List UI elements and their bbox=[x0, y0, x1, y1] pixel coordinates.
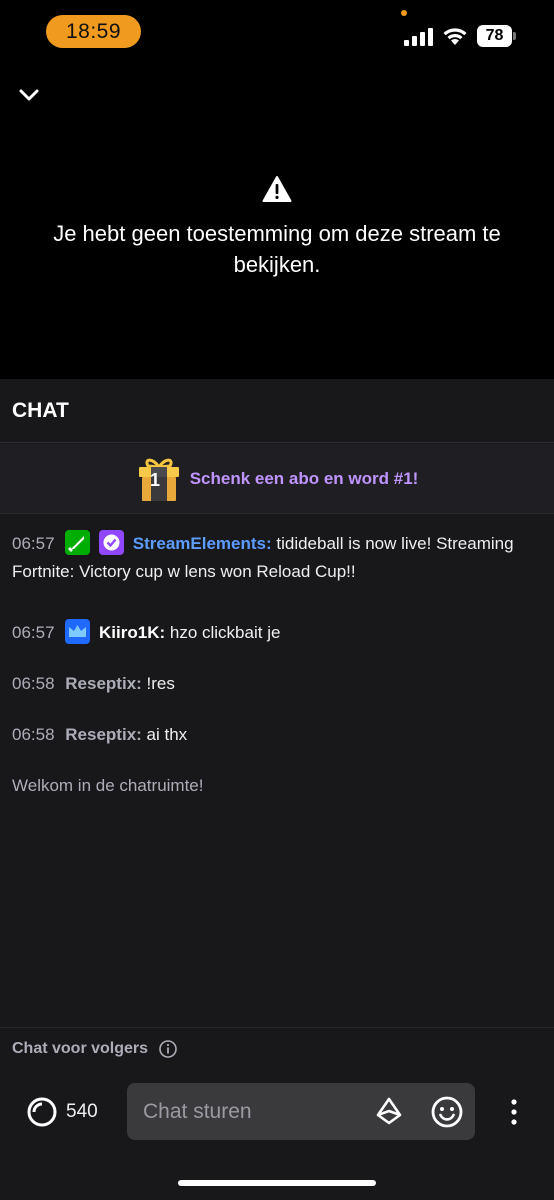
chat-header: CHAT bbox=[0, 379, 554, 443]
moderator-badge-icon bbox=[65, 530, 91, 555]
welcome-message: Welkom in de chatruimte! bbox=[12, 776, 204, 795]
divider bbox=[0, 1027, 554, 1028]
battery-icon: 78 bbox=[477, 25, 517, 47]
message-text: !res bbox=[146, 674, 175, 693]
bits-icon[interactable] bbox=[375, 1097, 403, 1127]
status-bar: 18:59 78 bbox=[0, 0, 554, 62]
collapse-player-button[interactable] bbox=[14, 82, 44, 108]
chat-input-bar: 540 Chat sturen bbox=[0, 1079, 554, 1149]
chat-input[interactable]: Chat sturen bbox=[127, 1083, 475, 1140]
info-icon[interactable] bbox=[158, 1039, 178, 1059]
gift-sub-banner[interactable]: 1 Schenk een abo en word #1! bbox=[0, 444, 554, 514]
message-username[interactable]: StreamElements: bbox=[133, 534, 272, 553]
message-timestamp: 06:58 bbox=[12, 674, 55, 693]
chat-input-placeholder: Chat sturen bbox=[143, 1099, 252, 1123]
channel-points-icon bbox=[27, 1097, 57, 1127]
battery-level: 78 bbox=[477, 25, 512, 47]
chat-panel: CHAT 1 Schenk een abo en word #1! 06:57 … bbox=[0, 379, 554, 1200]
wifi-icon bbox=[443, 28, 467, 45]
message-text: hzo clickbait je bbox=[169, 623, 281, 642]
cellular-signal-icon bbox=[404, 28, 434, 46]
followers-mode-label: Chat voor volgers bbox=[12, 1040, 149, 1057]
gift-badge-number: 1 bbox=[150, 470, 161, 490]
warning-triangle-icon bbox=[262, 176, 292, 202]
more-options-icon[interactable] bbox=[503, 1097, 525, 1127]
emote-picker-icon[interactable] bbox=[430, 1095, 464, 1129]
message-username[interactable]: Kiiro1K: bbox=[99, 623, 165, 642]
verified-badge-icon bbox=[99, 530, 125, 555]
no-permission-message: Je hebt geen toestemming om deze stream … bbox=[53, 221, 501, 277]
message-text: ai thx bbox=[146, 725, 188, 744]
message-username[interactable]: Reseptix: bbox=[65, 725, 142, 744]
chevron-down-icon bbox=[19, 89, 39, 101]
home-indicator[interactable] bbox=[178, 1180, 376, 1186]
chat-message[interactable]: 06:57 StreamElements: tidideball is now … bbox=[12, 530, 542, 586]
message-timestamp: 06:57 bbox=[12, 623, 55, 642]
chat-message[interactable]: 06:58 Reseptix: ai thx bbox=[12, 721, 542, 749]
gift-banner-text: Schenk een abo en word #1! bbox=[189, 468, 419, 488]
recording-indicator-dot bbox=[401, 10, 407, 16]
followers-only-mode[interactable]: Chat voor volgers bbox=[12, 1039, 178, 1059]
channel-points-button[interactable]: 540 bbox=[26, 1096, 98, 1128]
message-timestamp: 06:57 bbox=[12, 534, 55, 553]
chat-message[interactable]: 06:57 Kiiro1K: hzo clickbait je bbox=[12, 619, 542, 647]
crown-badge-icon bbox=[65, 619, 91, 644]
message-username[interactable]: Reseptix: bbox=[65, 674, 142, 693]
chat-message[interactable]: 06:58 Reseptix: !res bbox=[12, 670, 542, 698]
status-time: 18:59 bbox=[46, 15, 141, 48]
message-timestamp: 06:58 bbox=[12, 725, 55, 744]
video-player: Je hebt geen toestemming om deze stream … bbox=[0, 62, 554, 379]
channel-points-count: 540 bbox=[66, 1101, 98, 1122]
